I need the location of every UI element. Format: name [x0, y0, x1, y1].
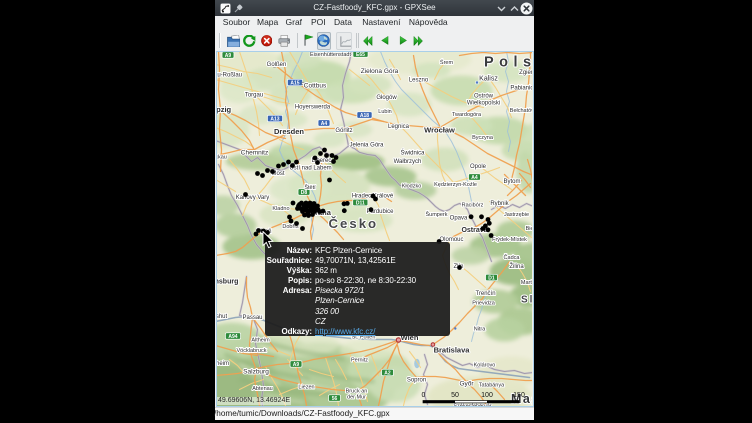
- svg-text:Bytom: Bytom: [503, 179, 520, 185]
- svg-text:der Mur: der Mur: [347, 394, 366, 400]
- svg-text:A9: A9: [293, 362, 300, 368]
- svg-text:Česko: Česko: [329, 216, 379, 231]
- svg-text:D1: D1: [488, 275, 495, 281]
- svg-text:E65: E65: [356, 52, 365, 58]
- svg-text:Leszno: Leszno: [409, 78, 429, 84]
- svg-text:Wałbrzych: Wałbrzych: [394, 159, 422, 165]
- svg-text:Bełchatów: Bełchatów: [510, 108, 532, 114]
- svg-text:Zielona Góra: Zielona Góra: [361, 68, 399, 75]
- svg-text:Sopron: Sopron: [407, 378, 426, 384]
- svg-text:A94: A94: [228, 334, 237, 340]
- svg-text:Pernitz: Pernitz: [351, 357, 368, 363]
- svg-text:A4: A4: [321, 121, 328, 127]
- svg-text:Wielkopolski: Wielkopolski: [467, 101, 500, 107]
- svg-text:150: 150: [513, 392, 525, 399]
- svg-text:A15: A15: [290, 80, 299, 86]
- svg-text:Passau: Passau: [242, 315, 262, 321]
- svg-text:Eisenhüttenstadt: Eisenhüttenstadt: [310, 52, 351, 58]
- svg-text:Abtenau: Abtenau: [252, 386, 273, 392]
- svg-text:Bratislava: Bratislava: [434, 346, 471, 355]
- svg-text:Kladno: Kladno: [272, 206, 289, 212]
- svg-text:100: 100: [481, 392, 493, 399]
- svg-text:Kalisz: Kalisz: [479, 75, 498, 82]
- svg-text:Vöcklabruck: Vöcklabruck: [237, 348, 267, 354]
- svg-text:Pabianice: Pabianice: [510, 86, 532, 92]
- svg-text:Liezen: Liezen: [298, 384, 314, 390]
- svg-text:Hoyerswerda: Hoyerswerda: [295, 105, 331, 111]
- svg-text:Kolárovo: Kolárovo: [474, 362, 496, 368]
- svg-text:Ostrów: Ostrów: [474, 94, 494, 100]
- svg-text:Salzburg: Salzburg: [243, 368, 269, 375]
- svg-text:ckau: ckau: [217, 154, 227, 160]
- svg-text:Kłodzko: Kłodzko: [402, 183, 422, 189]
- svg-text:A18: A18: [360, 113, 369, 119]
- svg-text:Śrem: Śrem: [440, 58, 454, 66]
- svg-text:Karlovy Vary: Karlovy Vary: [236, 195, 270, 201]
- svg-text:Legnica: Legnica: [388, 124, 410, 130]
- svg-text:50: 50: [451, 392, 459, 399]
- svg-text:Opole: Opole: [470, 164, 487, 170]
- svg-text:Kędzierzyn-Koźle: Kędzierzyn-Koźle: [434, 182, 477, 188]
- svg-text:Cottbus: Cottbus: [304, 82, 327, 89]
- svg-text:Žilina: Žilina: [509, 262, 524, 270]
- svg-text:Čadca: Čadca: [504, 254, 521, 261]
- svg-text:Polska: Polska: [484, 55, 532, 71]
- svg-text:heim: heim: [217, 361, 229, 367]
- svg-text:shut: shut: [217, 314, 228, 320]
- svg-text:sau-Roßlau: sau-Roßlau: [217, 73, 242, 79]
- svg-text:Martin: Martin: [521, 280, 532, 286]
- svg-text:56: 56: [332, 396, 338, 402]
- svg-text:Tatabánya: Tatabánya: [479, 382, 505, 388]
- svg-text:Trenčín: Trenčín: [475, 291, 495, 297]
- svg-text:A2: A2: [384, 370, 391, 376]
- svg-text:Šumperk: Šumperk: [425, 211, 447, 218]
- svg-text:nsburg: nsburg: [217, 278, 238, 285]
- svg-text:Görlitz: Görlitz: [335, 128, 352, 134]
- svg-text:Racibórz: Racibórz: [462, 202, 484, 208]
- svg-text:Jelenia Góra: Jelenia Góra: [349, 143, 384, 149]
- svg-text:Győr: Győr: [459, 380, 474, 387]
- svg-text:Štětí: Štětí: [304, 184, 316, 191]
- svg-text:Lubin: Lubin: [378, 109, 391, 115]
- svg-text:eipzig: eipzig: [217, 105, 232, 114]
- svg-text:A4: A4: [471, 175, 478, 181]
- svg-text:Twardogóra: Twardogóra: [452, 112, 482, 118]
- svg-text:Nitra: Nitra: [474, 326, 487, 332]
- svg-text:Golßen: Golßen: [267, 62, 287, 68]
- svg-text:Wrocław: Wrocław: [424, 126, 455, 135]
- svg-text:Głogów: Głogów: [376, 95, 397, 101]
- svg-text:Bielsko: Bielsko: [526, 226, 532, 232]
- svg-text:Opava: Opava: [450, 216, 468, 222]
- svg-text:Dresden: Dresden: [274, 127, 304, 136]
- svg-text:A9: A9: [225, 53, 232, 59]
- svg-text:Jastrzębie: Jastrzębie: [504, 212, 529, 218]
- svg-text:Altheim: Altheim: [251, 337, 270, 343]
- svg-text:Torgau: Torgau: [245, 93, 263, 99]
- svg-text:Zgierz: Zgierz: [519, 70, 532, 76]
- svg-text:A13: A13: [270, 116, 279, 122]
- svg-text:Świdnica: Świdnica: [400, 149, 425, 157]
- svg-text:Chemnitz: Chemnitz: [241, 149, 268, 156]
- svg-text:Rybnik: Rybnik: [490, 201, 509, 207]
- svg-text:D11: D11: [356, 200, 365, 206]
- svg-text:Byczyna: Byczyna: [472, 135, 494, 141]
- svg-text:Frýdek-Místek: Frýdek-Místek: [492, 237, 527, 243]
- svg-text:0: 0: [422, 392, 426, 399]
- svg-text:Prievidza: Prievidza: [472, 300, 496, 306]
- svg-text:Sloven: Sloven: [521, 295, 532, 306]
- svg-text:Ústí nad Labem: Ústí nad Labem: [289, 165, 331, 172]
